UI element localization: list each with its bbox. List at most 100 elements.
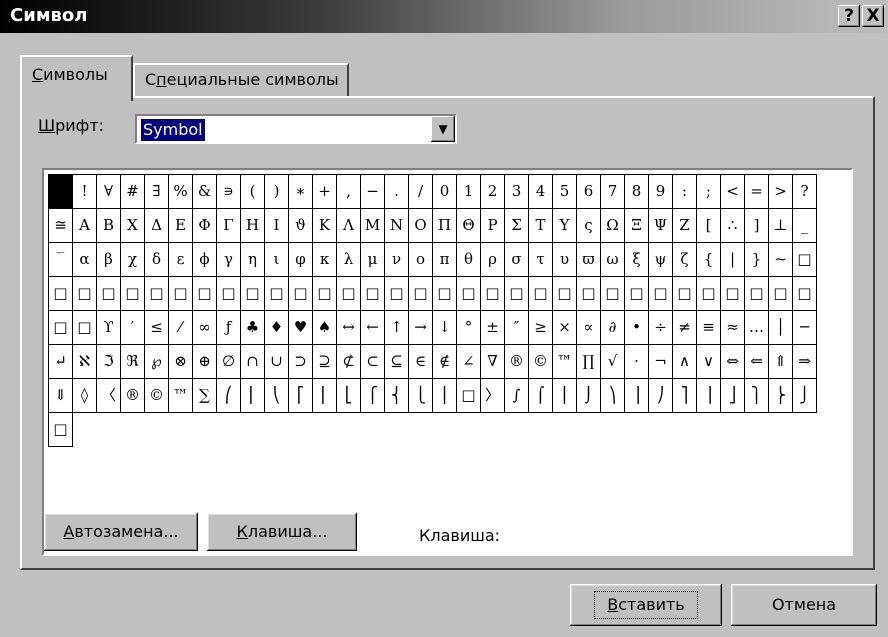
- symbol-cell[interactable]: 〈: [97, 379, 121, 413]
- symbol-cell[interactable]: ≠: [673, 311, 697, 345]
- symbol-cell[interactable]: □: [97, 277, 121, 311]
- symbol-cell[interactable]: 6: [577, 175, 601, 209]
- symbol-cell[interactable]: Γ: [217, 209, 241, 243]
- symbol-cell[interactable]: ψ: [649, 243, 673, 277]
- symbol-cell[interactable]: Τ: [529, 209, 553, 243]
- symbol-cell[interactable]: □: [193, 277, 217, 311]
- symbol-cell[interactable]: 5: [553, 175, 577, 209]
- symbol-cell[interactable]: □: [481, 277, 505, 311]
- symbol-cell[interactable]: 0: [433, 175, 457, 209]
- symbol-cell[interactable]: □: [625, 277, 649, 311]
- symbol-cell[interactable]: Ε: [169, 209, 193, 243]
- symbol-cell[interactable]: >: [769, 175, 793, 209]
- symbol-cell[interactable]: ‾: [49, 243, 73, 277]
- symbol-cell[interactable]: φ: [289, 243, 313, 277]
- symbol-cell[interactable]: ⎫: [745, 379, 769, 413]
- symbol-cell[interactable]: ⎣: [337, 379, 361, 413]
- symbol-cell[interactable]: ™: [553, 345, 577, 379]
- symbol-cell[interactable]: Ζ: [673, 209, 697, 243]
- symbol-cell[interactable]: ∉: [433, 345, 457, 379]
- symbol-cell[interactable]: ∇: [481, 345, 505, 379]
- symbol-cell[interactable]: ≡: [697, 311, 721, 345]
- symbol-cell[interactable]: ♣: [241, 311, 265, 345]
- symbol-cell[interactable]: ⎪: [433, 379, 457, 413]
- symbol-cell[interactable]: Ο: [409, 209, 433, 243]
- symbol-cell[interactable]: (: [241, 175, 265, 209]
- symbol-cell[interactable]: Κ: [313, 209, 337, 243]
- symbol-cell[interactable]: ¬: [649, 345, 673, 379]
- symbol-cell[interactable]: χ: [121, 243, 145, 277]
- symbol-cell[interactable]: υ: [553, 243, 577, 277]
- symbol-cell[interactable]: [49, 175, 73, 209]
- symbol-cell[interactable]: ⇐: [745, 345, 769, 379]
- symbol-cell[interactable]: ⎟: [625, 379, 649, 413]
- symbol-cell[interactable]: ⎨: [385, 379, 409, 413]
- symbol-cell[interactable]: Ν: [385, 209, 409, 243]
- symbol-cell[interactable]: /: [409, 175, 433, 209]
- symbol-cell[interactable]: ϖ: [577, 243, 601, 277]
- symbol-cell[interactable]: ƒ: [217, 311, 241, 345]
- symbol-cell[interactable]: :: [673, 175, 697, 209]
- symbol-cell[interactable]: Μ: [361, 209, 385, 243]
- symbol-cell[interactable]: ξ: [625, 243, 649, 277]
- symbol-cell[interactable]: ς: [577, 209, 601, 243]
- symbol-cell[interactable]: □: [361, 277, 385, 311]
- symbol-cell[interactable]: □: [529, 277, 553, 311]
- symbol-cell[interactable]: η: [241, 243, 265, 277]
- symbol-cell[interactable]: ∪: [265, 345, 289, 379]
- symbol-cell[interactable]: .: [385, 175, 409, 209]
- symbol-cell[interactable]: ∗: [289, 175, 313, 209]
- symbol-cell[interactable]: =: [745, 175, 769, 209]
- symbol-cell[interactable]: ): [265, 175, 289, 209]
- symbol-cell[interactable]: π: [433, 243, 457, 277]
- symbol-cell[interactable]: □: [553, 277, 577, 311]
- symbol-cell[interactable]: ⌡: [577, 379, 601, 413]
- symbol-cell[interactable]: ⎛: [217, 379, 241, 413]
- symbol-cell[interactable]: ℜ: [121, 345, 145, 379]
- symbol-cell[interactable]: Θ: [457, 209, 481, 243]
- symbol-cell[interactable]: │: [769, 311, 793, 345]
- symbol-cell[interactable]: κ: [313, 243, 337, 277]
- symbol-cell[interactable]: ∠: [457, 345, 481, 379]
- symbol-cell[interactable]: ™: [169, 379, 193, 413]
- symbol-cell[interactable]: }: [745, 243, 769, 277]
- symbol-cell[interactable]: □: [673, 277, 697, 311]
- symbol-cell[interactable]: ∀: [97, 175, 121, 209]
- symbol-cell[interactable]: □: [49, 277, 73, 311]
- symbol-cell[interactable]: □: [265, 277, 289, 311]
- symbol-cell[interactable]: ±: [481, 311, 505, 345]
- symbol-cell[interactable]: Α: [73, 209, 97, 243]
- symbol-cell[interactable]: ϒ: [97, 311, 121, 345]
- symbol-cell[interactable]: Ι: [265, 209, 289, 243]
- symbol-cell[interactable]: ι: [265, 243, 289, 277]
- tab-special-symbols[interactable]: Специальные символы: [133, 63, 349, 99]
- symbol-cell[interactable]: Δ: [145, 209, 169, 243]
- symbol-cell[interactable]: □: [409, 277, 433, 311]
- symbol-cell[interactable]: 〉: [481, 379, 505, 413]
- symbol-cell[interactable]: □: [697, 277, 721, 311]
- cancel-button[interactable]: Отмена: [731, 584, 877, 626]
- tab-symbols[interactable]: Символы: [20, 55, 133, 101]
- symbol-cell[interactable]: Φ: [193, 209, 217, 243]
- symbol-cell[interactable]: ↵: [49, 345, 73, 379]
- symbol-cell[interactable]: □: [313, 277, 337, 311]
- symbol-cell[interactable]: ⇒: [793, 345, 817, 379]
- symbol-cell[interactable]: ⊂: [361, 345, 385, 379]
- symbol-cell[interactable]: ⎝: [265, 379, 289, 413]
- symbol-cell[interactable]: ∑: [193, 379, 217, 413]
- symbol-cell[interactable]: ÷: [649, 311, 673, 345]
- symbol-cell[interactable]: □: [457, 379, 481, 413]
- symbol-cell[interactable]: !: [73, 175, 97, 209]
- symbol-cell[interactable]: θ: [457, 243, 481, 277]
- chevron-down-icon[interactable]: ▼: [431, 116, 455, 142]
- symbol-cell[interactable]: ∃: [145, 175, 169, 209]
- symbol-cell[interactable]: ⎜: [241, 379, 265, 413]
- symbol-cell[interactable]: +: [313, 175, 337, 209]
- symbol-cell[interactable]: ρ: [481, 243, 505, 277]
- symbol-cell[interactable]: →: [409, 311, 433, 345]
- symbol-cell[interactable]: δ: [145, 243, 169, 277]
- symbol-cell[interactable]: <: [721, 175, 745, 209]
- symbol-cell[interactable]: 8: [625, 175, 649, 209]
- symbol-cell[interactable]: ⊗: [169, 345, 193, 379]
- symbol-cell[interactable]: □: [577, 277, 601, 311]
